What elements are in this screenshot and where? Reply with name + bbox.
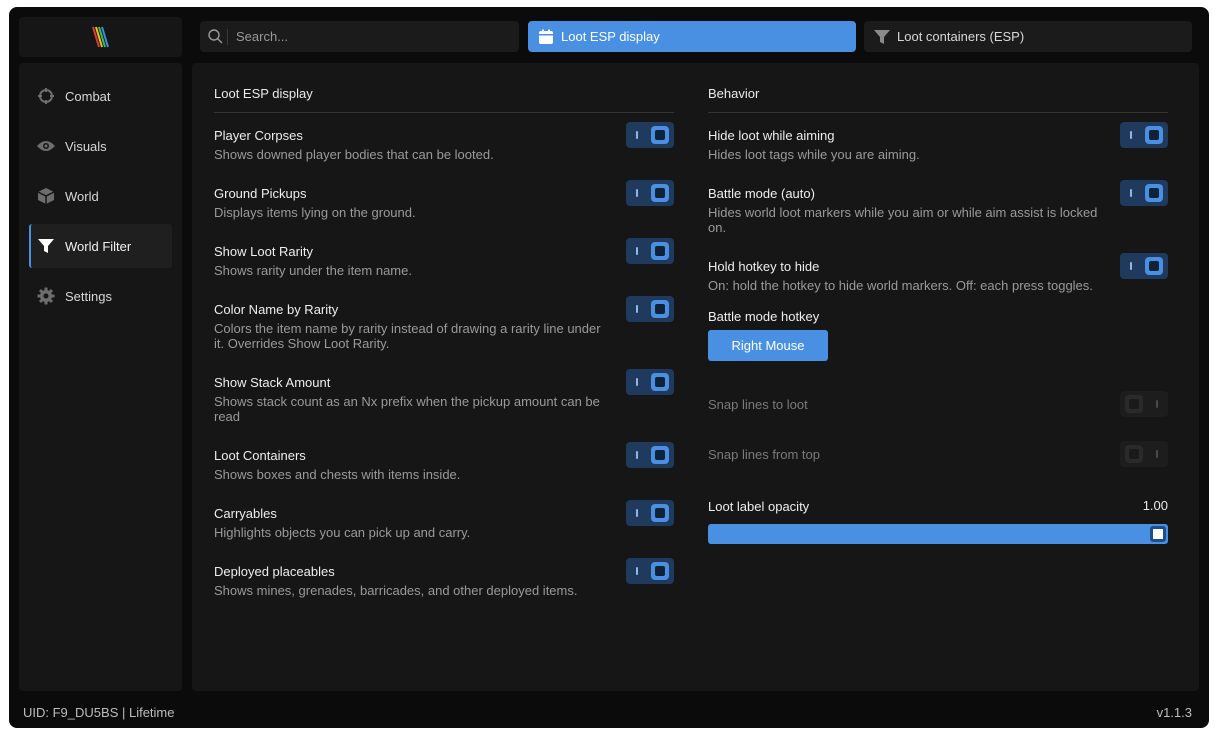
- battle-mode-hotkey-button[interactable]: Right Mouse: [708, 330, 828, 361]
- app-window: Combat Visuals World World Filter Settin…: [9, 7, 1209, 728]
- section-title: Behavior: [708, 86, 760, 101]
- setting-ground-pickups: Ground Pickups Displays items lying on t…: [214, 180, 674, 220]
- setting-loot-containers: Loot Containers Shows boxes and chests w…: [214, 442, 674, 482]
- setting-label: Color Name by Rarity: [214, 302, 339, 317]
- sidebar-item-combat[interactable]: Combat: [29, 74, 172, 118]
- battle-mode-hotkey-label: Battle mode hotkey: [708, 309, 820, 324]
- setting-label: Snap lines to loot: [708, 397, 808, 412]
- setting-description: Highlights objects you can pick up and c…: [214, 525, 471, 540]
- divider: [708, 112, 1168, 113]
- setting-label: Snap lines from top: [708, 447, 821, 462]
- filter-icon: [873, 28, 891, 46]
- setting-color-name-by-rarity: Color Name by Rarity Colors the item nam…: [214, 296, 674, 351]
- gear-icon: [36, 286, 56, 306]
- sidebar-item-label: World: [65, 188, 99, 204]
- eye-icon: [36, 136, 56, 156]
- setting-label: Show Stack Amount: [214, 375, 331, 390]
- setting-hold-hotkey-to-hide: Hold hotkey to hide On: hold the hotkey …: [708, 253, 1168, 293]
- setting-description: Shows stack count as an Nx prefix when t…: [214, 394, 600, 424]
- setting-show-stack-amount: Show Stack Amount Shows stack count as a…: [214, 369, 674, 424]
- divider: [214, 112, 674, 113]
- setting-snap-lines-from-top: Snap lines from top: [708, 441, 1168, 467]
- search-icon: [208, 29, 223, 44]
- main-panel: Loot ESP display Player Corpses Shows do…: [192, 63, 1199, 691]
- setting-description: Shows boxes and chests with items inside…: [214, 467, 461, 482]
- hold-hotkey-to-hide-toggle[interactable]: [1120, 253, 1168, 279]
- setting-carryables: Carryables Highlights objects you can pi…: [214, 500, 674, 540]
- setting-label: Ground Pickups: [214, 186, 307, 201]
- sidebar: Combat Visuals World World Filter Settin…: [19, 63, 182, 691]
- logo: [19, 17, 182, 57]
- setting-description: On: hold the hotkey to hide world marker…: [708, 278, 1093, 293]
- setting-label: Show Loot Rarity: [214, 244, 313, 259]
- setting-hide-loot-while-aiming: Hide loot while aiming Hides loot tags w…: [708, 122, 1168, 162]
- setting-battle-mode-auto: Battle mode (auto) Hides world loot mark…: [708, 180, 1168, 235]
- search-divider: [227, 28, 228, 45]
- snap-lines-from-top-toggle[interactable]: [1120, 441, 1168, 467]
- crosshair-icon: [36, 86, 56, 106]
- version-label: v1.1.3: [1156, 705, 1192, 720]
- setting-description: Shows rarity under the item name.: [214, 263, 412, 278]
- carryables-toggle[interactable]: [626, 500, 674, 526]
- sidebar-item-world[interactable]: World: [29, 174, 172, 218]
- cube-icon: [36, 186, 56, 206]
- color-name-by-rarity-toggle[interactable]: [626, 296, 674, 322]
- search-bar[interactable]: [200, 21, 519, 52]
- setting-label: Carryables: [214, 506, 277, 521]
- setting-deployed-placeables: Deployed placeables Shows mines, grenade…: [214, 558, 674, 598]
- setting-label: Player Corpses: [214, 128, 303, 143]
- show-loot-rarity-toggle[interactable]: [626, 238, 674, 264]
- setting-description: Hides loot tags while you are aiming.: [708, 147, 920, 162]
- snap-lines-to-loot-toggle[interactable]: [1120, 391, 1168, 417]
- setting-player-corpses: Player Corpses Shows downed player bodie…: [214, 122, 674, 162]
- deployed-placeables-toggle[interactable]: [626, 558, 674, 584]
- calendar-icon: [537, 28, 555, 46]
- opacity-value: 1.00: [1142, 498, 1168, 513]
- setting-label: Hide loot while aiming: [708, 128, 835, 143]
- filter-icon: [36, 236, 56, 256]
- battle-mode-auto-toggle[interactable]: [1120, 180, 1168, 206]
- tab-loot-containers[interactable]: Loot containers (ESP): [864, 21, 1192, 52]
- section-title: Loot ESP display: [214, 86, 313, 101]
- tab-label: Loot ESP display: [561, 29, 660, 44]
- setting-description: Colors the item name by rarity instead o…: [214, 321, 601, 351]
- logo-icon: [91, 26, 109, 48]
- setting-label: Deployed placeables: [214, 564, 335, 579]
- loot-label-opacity-label: Loot label opacity: [708, 499, 810, 514]
- setting-label: Battle mode (auto): [708, 186, 815, 201]
- sidebar-item-world-filter[interactable]: World Filter: [29, 224, 172, 268]
- sidebar-item-label: Visuals: [65, 138, 107, 154]
- loot-containers-toggle[interactable]: [626, 442, 674, 468]
- sidebar-item-label: World Filter: [65, 238, 132, 254]
- ground-pickups-toggle[interactable]: [626, 180, 674, 206]
- tab-label: Loot containers (ESP): [897, 29, 1025, 44]
- setting-description: Hides world loot markers while you aim o…: [708, 205, 1098, 235]
- setting-description: Shows downed player bodies that can be l…: [214, 147, 494, 162]
- sidebar-item-label: Combat: [65, 88, 111, 104]
- setting-snap-lines-to-loot: Snap lines to loot: [708, 391, 1168, 417]
- setting-description: Displays items lying on the ground.: [214, 205, 416, 220]
- hide-loot-while-aiming-toggle[interactable]: [1120, 122, 1168, 148]
- sidebar-item-visuals[interactable]: Visuals: [29, 124, 172, 168]
- loot-label-opacity-slider[interactable]: [708, 524, 1168, 544]
- search-input[interactable]: [234, 28, 488, 45]
- show-stack-amount-toggle[interactable]: [626, 369, 674, 395]
- slider-handle[interactable]: [1150, 526, 1166, 542]
- setting-description: Shows mines, grenades, barricades, and o…: [214, 583, 578, 598]
- sidebar-item-settings[interactable]: Settings: [29, 274, 172, 318]
- player-corpses-toggle[interactable]: [626, 122, 674, 148]
- uid-status: UID: F9_DU5BS | Lifetime: [23, 705, 175, 720]
- setting-label: Loot Containers: [214, 448, 306, 463]
- tab-loot-esp-display[interactable]: Loot ESP display: [528, 21, 856, 52]
- sidebar-item-label: Settings: [65, 288, 112, 304]
- setting-label: Hold hotkey to hide: [708, 259, 820, 274]
- setting-show-loot-rarity: Show Loot Rarity Shows rarity under the …: [214, 238, 674, 278]
